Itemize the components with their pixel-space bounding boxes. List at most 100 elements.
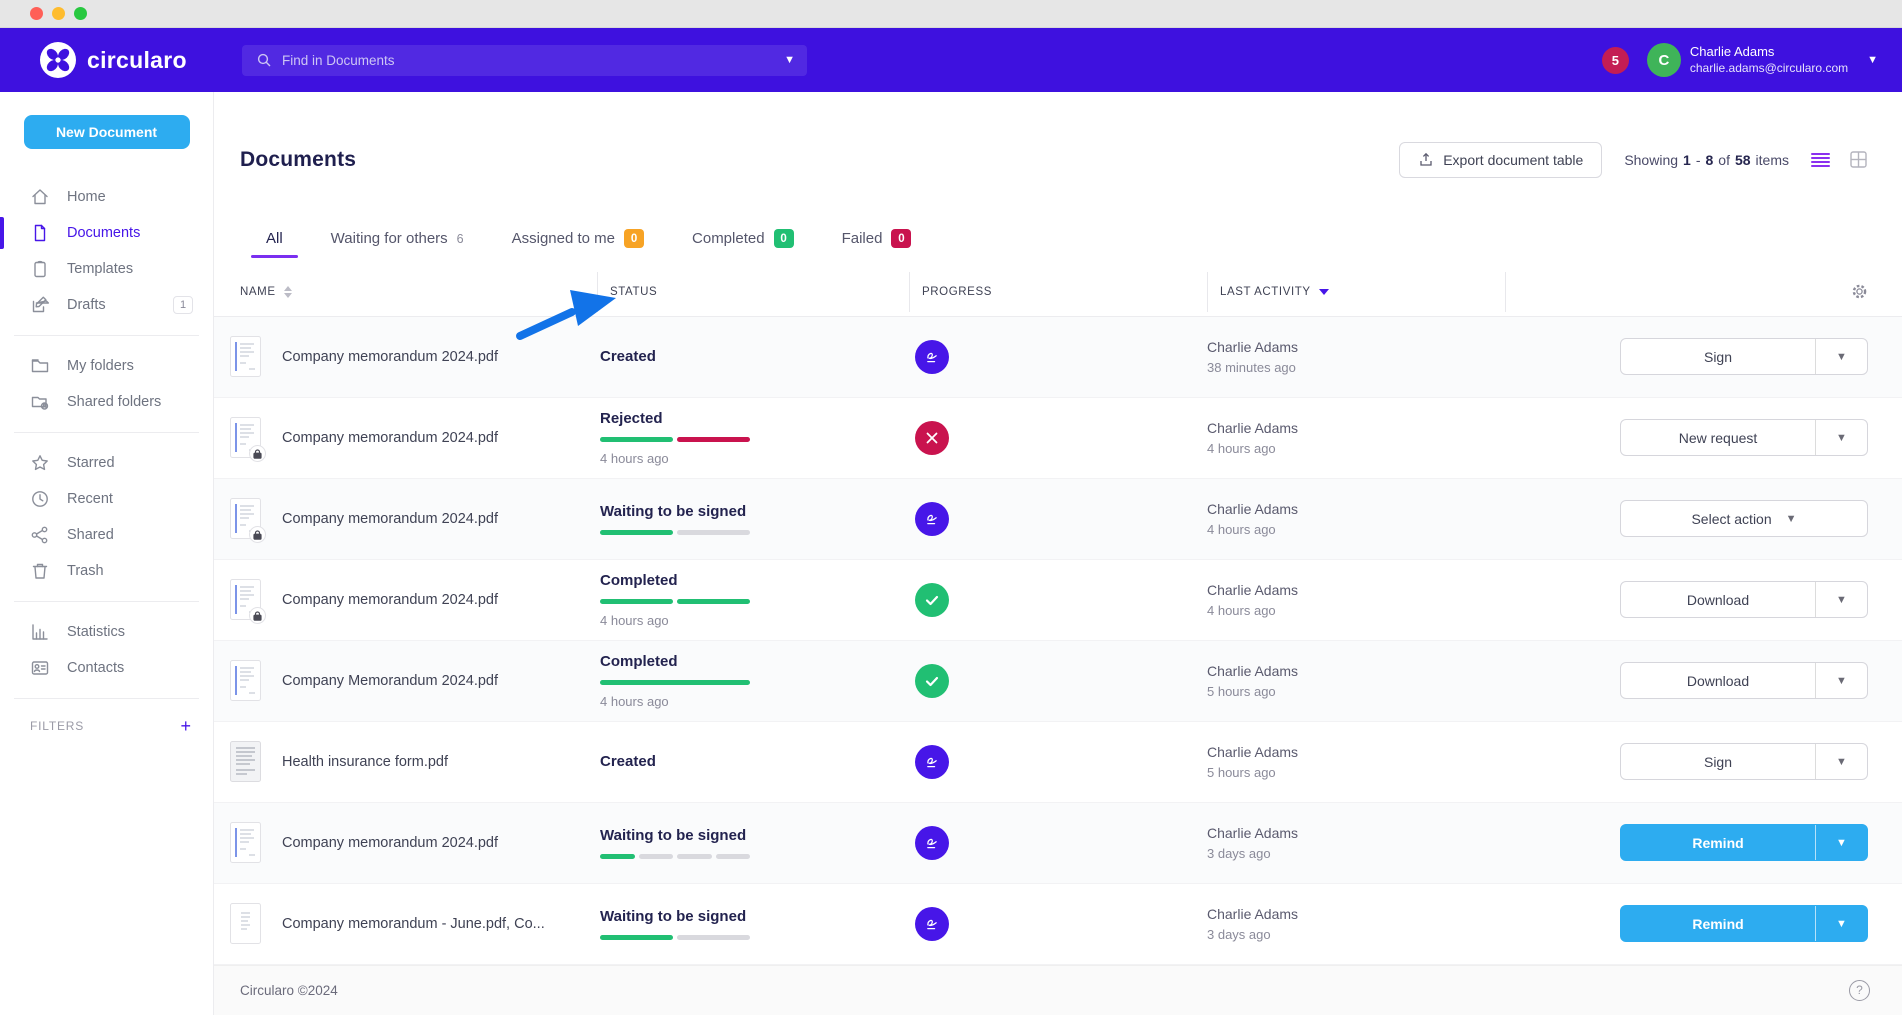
sidebar-item-label: Contacts bbox=[67, 660, 124, 676]
sidebar-item-statistics[interactable]: Statistics bbox=[0, 614, 213, 650]
global-search[interactable]: ▼ bbox=[242, 45, 807, 76]
progress-bar-segment bbox=[677, 437, 750, 442]
action-dropdown-caret[interactable]: ▼ bbox=[1815, 420, 1867, 455]
help-icon[interactable]: ? bbox=[1849, 980, 1870, 1001]
circularo-logo-icon bbox=[39, 41, 77, 79]
action-button-label: Select action bbox=[1691, 511, 1771, 527]
table-row[interactable]: Company memorandum 2024.pdfRejected4 hou… bbox=[214, 398, 1902, 479]
last-activity-actor: Charlie Adams bbox=[1207, 582, 1505, 598]
sidebar-item-shared-folders[interactable]: Shared folders bbox=[0, 384, 213, 420]
export-document-table-button[interactable]: Export document table bbox=[1399, 142, 1602, 178]
column-header-status[interactable]: STATUS bbox=[597, 272, 909, 312]
remind-button[interactable]: Remind▼ bbox=[1620, 905, 1868, 942]
sidebar-divider bbox=[14, 698, 199, 699]
sidebar-item-shared[interactable]: Shared bbox=[0, 517, 213, 553]
maximize-window-button[interactable] bbox=[74, 7, 87, 20]
table-row[interactable]: Company memorandum 2024.pdf Waiting to be… bbox=[214, 479, 1902, 560]
new-request-button[interactable]: New request▼ bbox=[1620, 419, 1868, 456]
document-name[interactable]: Company Memorandum 2024.pdf bbox=[282, 673, 498, 689]
column-header-last-activity[interactable]: LAST ACTIVITY bbox=[1207, 272, 1505, 312]
column-header-name[interactable]: NAME bbox=[214, 272, 597, 312]
add-filter-plus-icon[interactable]: + bbox=[180, 717, 191, 735]
template-icon bbox=[30, 259, 50, 279]
clock-icon bbox=[30, 489, 50, 509]
table-settings-gear-icon[interactable] bbox=[1851, 283, 1868, 300]
lock-icon bbox=[249, 607, 266, 624]
notification-badge[interactable]: 5 bbox=[1602, 47, 1629, 74]
sidebar-item-recent[interactable]: Recent bbox=[0, 481, 213, 517]
last-activity-actor: Charlie Adams bbox=[1207, 339, 1505, 355]
sidebar-item-drafts[interactable]: Drafts1 bbox=[0, 287, 213, 323]
document-name[interactable]: Company memorandum 2024.pdf bbox=[282, 430, 498, 446]
download-button[interactable]: Download▼ bbox=[1620, 581, 1868, 618]
action-dropdown-caret[interactable]: ▼ bbox=[1815, 663, 1867, 698]
action-dropdown-caret[interactable]: ▼ bbox=[1815, 906, 1867, 941]
minimize-window-button[interactable] bbox=[52, 7, 65, 20]
search-input[interactable] bbox=[282, 53, 784, 68]
filters-label: FILTERS bbox=[30, 719, 84, 733]
tab-failed[interactable]: Failed0 bbox=[842, 229, 912, 248]
macos-titlebar bbox=[0, 0, 1902, 28]
document-thumbnail-icon bbox=[230, 417, 261, 458]
sidebar-item-contacts[interactable]: Contacts bbox=[0, 650, 213, 686]
grid-view-icon[interactable] bbox=[1850, 151, 1867, 168]
list-view-icon[interactable] bbox=[1811, 152, 1830, 168]
document-name[interactable]: Company memorandum 2024.pdf bbox=[282, 511, 498, 527]
download-button[interactable]: Download▼ bbox=[1620, 662, 1868, 699]
sidebar-item-label: Home bbox=[67, 189, 106, 205]
tab-waiting-for-others[interactable]: Waiting for others 6 bbox=[331, 230, 464, 247]
sidebar-divider bbox=[14, 601, 199, 602]
sidebar-divider bbox=[14, 335, 199, 336]
progress-bar bbox=[600, 530, 750, 535]
last-activity-time: 5 hours ago bbox=[1207, 684, 1505, 699]
document-name[interactable]: Company memorandum 2024.pdf bbox=[282, 349, 498, 365]
table-row[interactable]: Company memorandum 2024.pdfWaiting to be… bbox=[214, 803, 1902, 884]
last-activity-time: 4 hours ago bbox=[1207, 441, 1505, 456]
contacts-icon bbox=[30, 658, 50, 678]
shared-folder-icon bbox=[30, 392, 50, 412]
table-row[interactable]: Company memorandum 2024.pdfCreatedCharli… bbox=[214, 317, 1902, 398]
sidebar-item-label: Trash bbox=[67, 563, 104, 579]
sidebar-item-trash[interactable]: Trash bbox=[0, 553, 213, 589]
document-name[interactable]: Company memorandum - June.pdf, Co... bbox=[282, 916, 545, 932]
sidebar-item-templates[interactable]: Templates bbox=[0, 251, 213, 287]
tab-all[interactable]: All bbox=[266, 230, 283, 247]
sidebar-divider bbox=[14, 432, 199, 433]
table-row[interactable]: Health insurance form.pdfCreatedCharlie … bbox=[214, 722, 1902, 803]
action-dropdown-caret[interactable]: ▼ bbox=[1815, 744, 1867, 779]
document-name[interactable]: Health insurance form.pdf bbox=[282, 754, 448, 770]
sidebar-item-home[interactable]: Home bbox=[0, 179, 213, 215]
search-scope-caret-icon[interactable]: ▼ bbox=[784, 54, 795, 66]
lock-icon bbox=[249, 445, 266, 462]
new-document-button[interactable]: New Document bbox=[24, 115, 190, 149]
tab-assigned-to-me[interactable]: Assigned to me0 bbox=[512, 229, 644, 248]
document-thumbnail-icon bbox=[230, 822, 261, 863]
document-name[interactable]: Company memorandum 2024.pdf bbox=[282, 592, 498, 608]
brand-logo[interactable]: circularo bbox=[39, 41, 214, 79]
star-icon bbox=[30, 453, 50, 473]
tab-completed[interactable]: Completed0 bbox=[692, 229, 794, 248]
table-row[interactable]: Company memorandum - June.pdf, Co...Wait… bbox=[214, 884, 1902, 965]
action-dropdown-caret[interactable]: ▼ bbox=[1815, 825, 1867, 860]
sign-button[interactable]: Sign▼ bbox=[1620, 743, 1868, 780]
status-text: Waiting to be signed bbox=[600, 503, 909, 520]
sidebar-item-my-folders[interactable]: My folders bbox=[0, 348, 213, 384]
column-header-progress[interactable]: PROGRESS bbox=[909, 272, 1207, 312]
progress-bar-segment bbox=[716, 854, 751, 859]
table-row[interactable]: Company Memorandum 2024.pdfCompleted4 ho… bbox=[214, 641, 1902, 722]
select-action-button[interactable]: Select action▼ bbox=[1620, 500, 1868, 537]
user-menu[interactable]: C Charlie Adams charlie.adams@circularo.… bbox=[1647, 43, 1878, 77]
sidebar-item-starred[interactable]: Starred bbox=[0, 445, 213, 481]
status-text: Created bbox=[600, 753, 909, 770]
action-dropdown-caret[interactable]: ▼ bbox=[1815, 339, 1867, 374]
tab-label: Waiting for others bbox=[331, 230, 448, 247]
table-row[interactable]: Company memorandum 2024.pdfCompleted4 ho… bbox=[214, 560, 1902, 641]
sign-button[interactable]: Sign▼ bbox=[1620, 338, 1868, 375]
tab-count: 6 bbox=[457, 232, 464, 246]
remind-button[interactable]: Remind▼ bbox=[1620, 824, 1868, 861]
sidebar-item-documents[interactable]: Documents bbox=[0, 215, 213, 251]
close-window-button[interactable] bbox=[30, 7, 43, 20]
action-dropdown-caret[interactable]: ▼ bbox=[1815, 582, 1867, 617]
sidebar: New Document Home DocumentsTemplatesDraft… bbox=[0, 92, 214, 1015]
document-name[interactable]: Company memorandum 2024.pdf bbox=[282, 835, 498, 851]
